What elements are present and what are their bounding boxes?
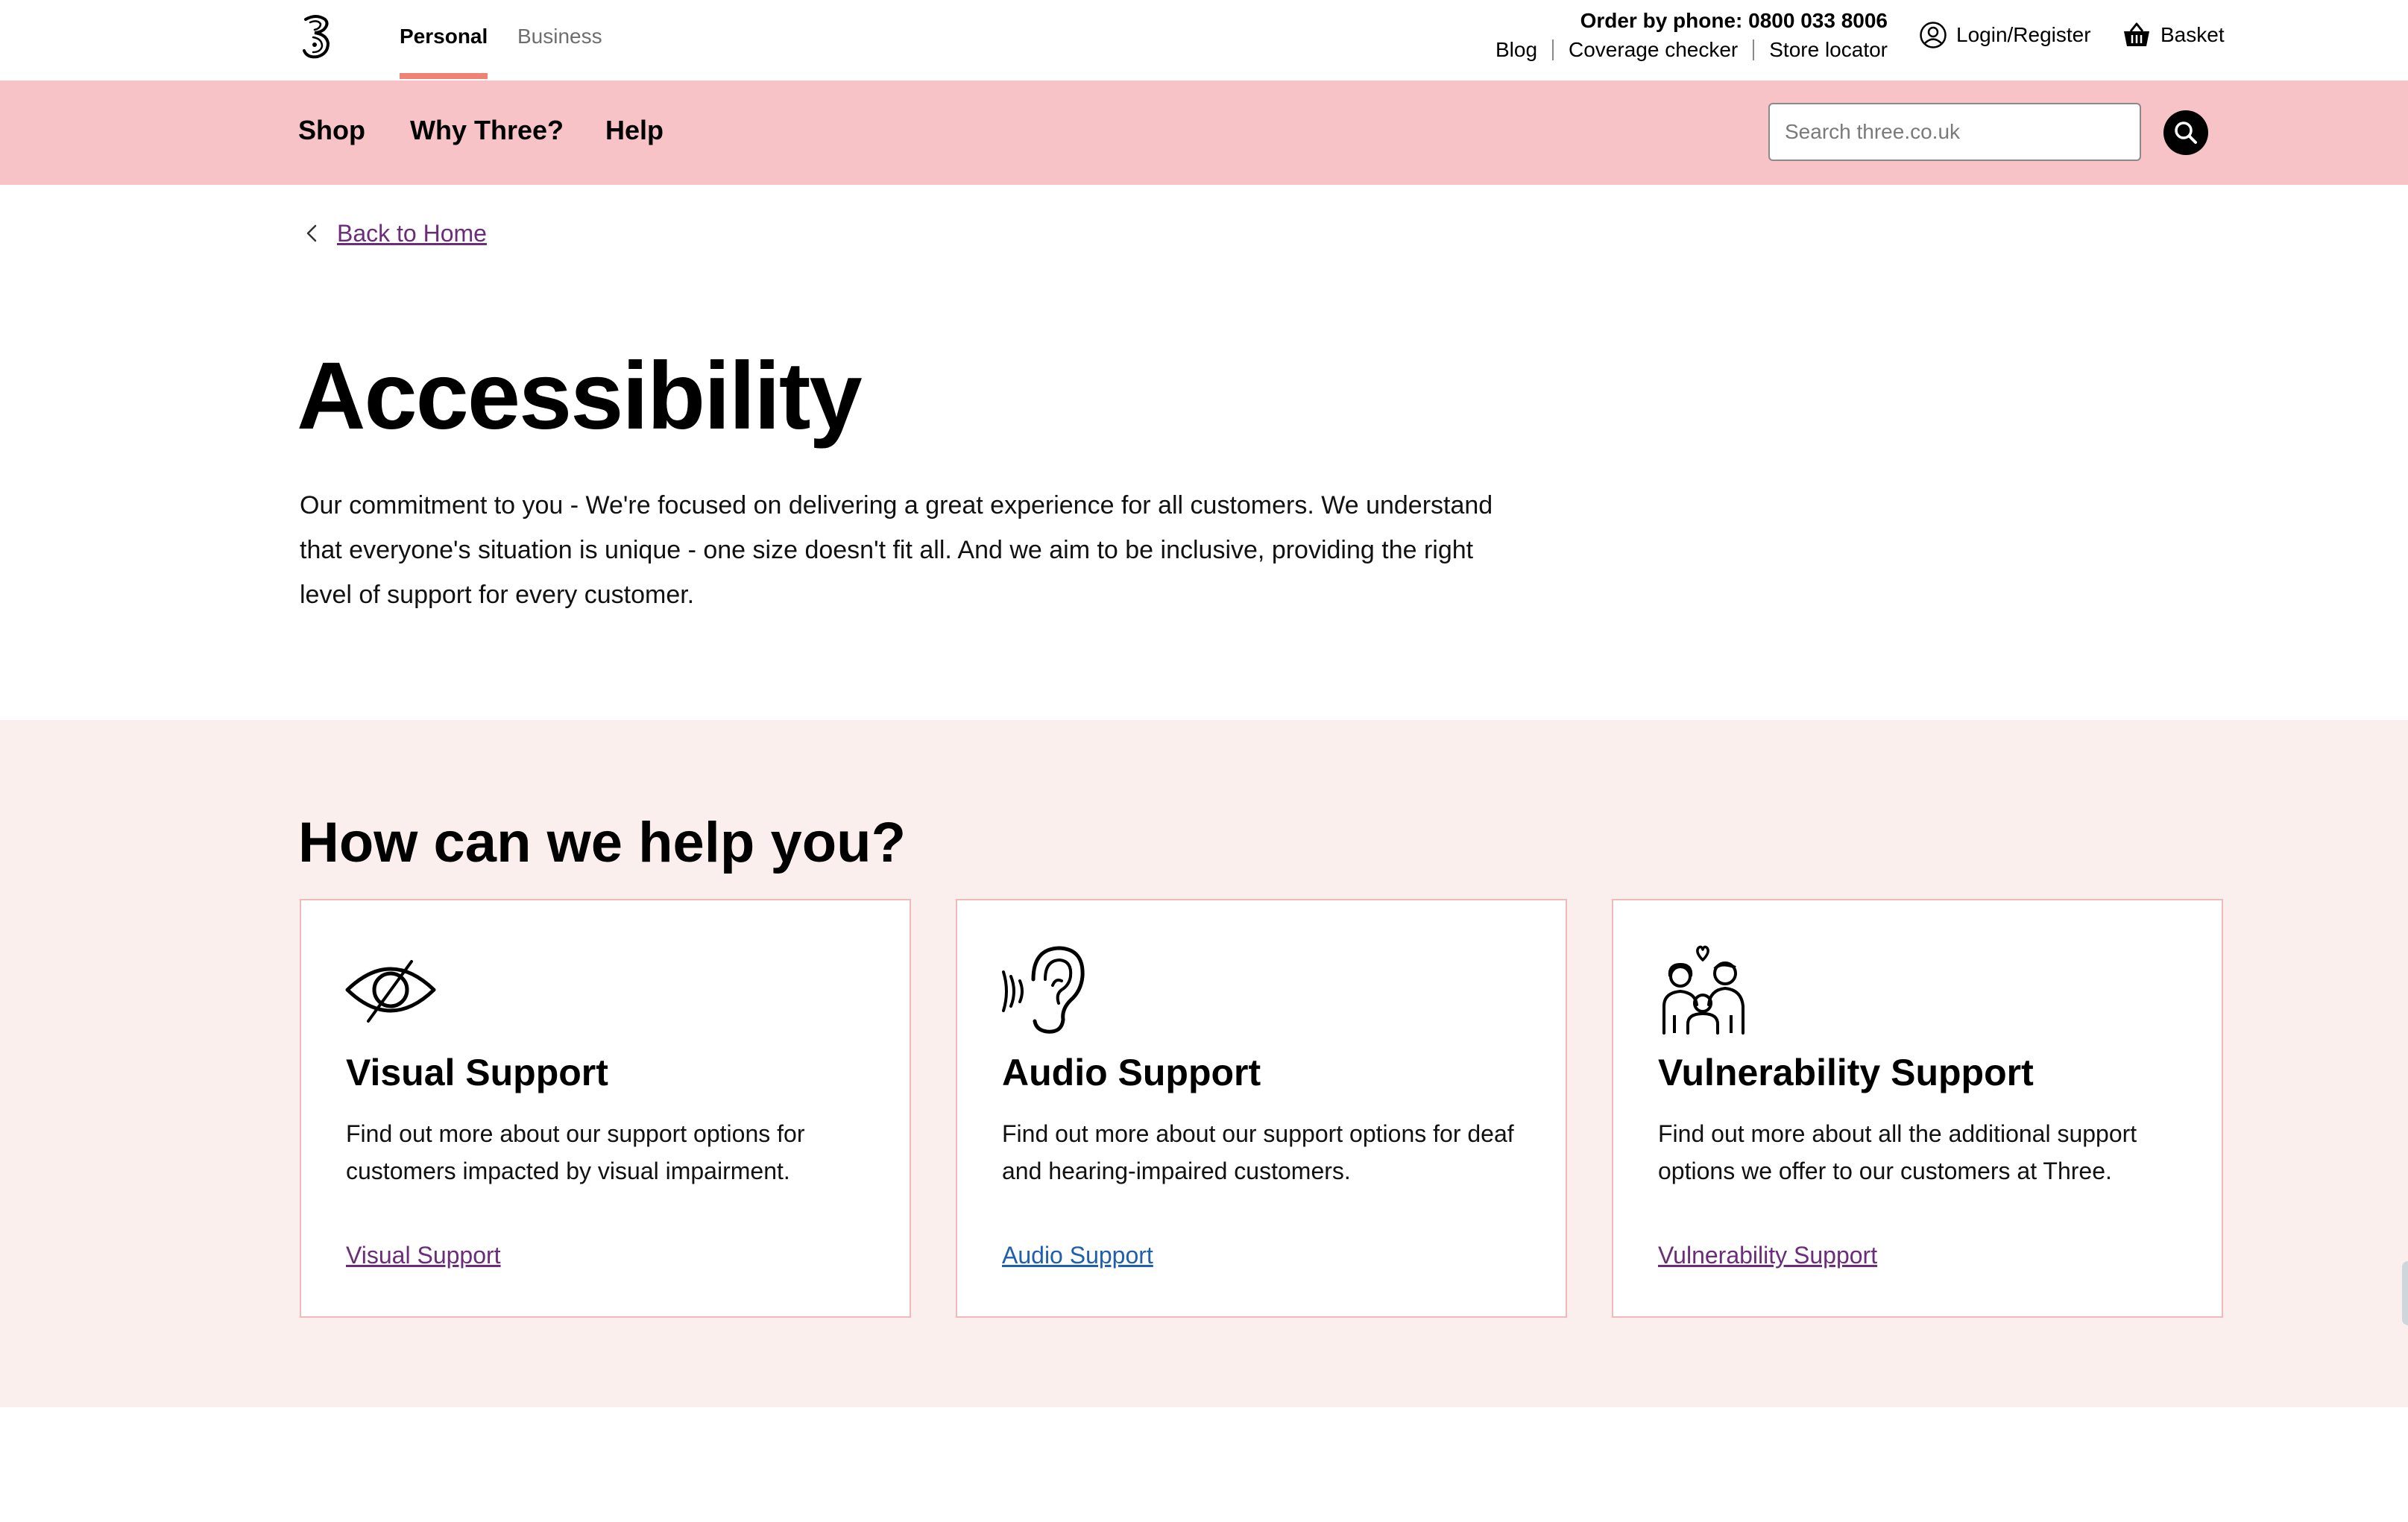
login-register-link[interactable]: Login/Register [1919, 21, 2091, 49]
visual-support-link[interactable]: Visual Support [346, 1240, 501, 1270]
search-input[interactable] [1768, 103, 2141, 161]
search-button[interactable] [2163, 110, 2208, 155]
utility-links: Blog Coverage checker Store locator [1495, 37, 1888, 63]
user-icon [1920, 22, 1947, 48]
back-to-home-link[interactable]: Back to Home [304, 219, 487, 247]
chevron-left-icon [306, 224, 317, 242]
audio-support-link[interactable]: Audio Support [1002, 1240, 1153, 1270]
main-nav: Shop Why Three? Help [0, 80, 2408, 185]
active-tab-indicator [400, 73, 488, 79]
help-section: How can we help you? Visual Support Find… [0, 720, 2408, 1407]
feedback-side-tab[interactable] [2402, 1261, 2408, 1325]
login-label: Login/Register [1956, 23, 2091, 46]
top-bar: Personal Business Order by phone: 0800 0… [0, 0, 2408, 80]
basket-icon [2124, 22, 2149, 46]
order-by-phone: Order by phone: 0800 033 8006 [1580, 9, 1888, 32]
divider [1552, 40, 1554, 60]
page-title: Accessibility [297, 343, 863, 449]
card-description: Find out more about our support options … [1002, 1120, 1514, 1184]
intro-text: Our commitment to you - We're focused on… [300, 491, 1493, 609]
visual-support-card: Visual Support Find out more about our s… [300, 899, 911, 1318]
card-title: Vulnerability Support [1658, 1052, 2034, 1093]
nav-shop[interactable]: Shop [298, 115, 365, 146]
search-icon [2175, 121, 2197, 144]
nav-why-three[interactable]: Why Three? [410, 115, 564, 146]
section-title: How can we help you? [298, 811, 906, 874]
three-logo-icon[interactable] [298, 12, 335, 60]
basket-label: Basket [2160, 23, 2225, 46]
tab-personal[interactable]: Personal [400, 24, 488, 49]
card-title: Audio Support [1002, 1052, 1261, 1093]
audio-support-card: Audio Support Find out more about our su… [956, 899, 1567, 1318]
eye-slash-icon [345, 960, 436, 1023]
tab-business[interactable]: Business [517, 24, 602, 49]
card-description: Find out more about our support options … [346, 1120, 805, 1184]
card-title: Visual Support [346, 1052, 608, 1093]
card-description: Find out more about all the additional s… [1658, 1120, 2137, 1184]
vulnerability-support-card: Vulnerability Support Find out more abou… [1612, 899, 2223, 1318]
store-locator-link[interactable]: Store locator [1769, 37, 1888, 63]
basket-link[interactable]: Basket [2122, 21, 2225, 49]
divider [1753, 40, 1755, 60]
blog-link[interactable]: Blog [1495, 37, 1537, 63]
coverage-checker-link[interactable]: Coverage checker [1569, 37, 1738, 63]
nav-help[interactable]: Help [605, 115, 664, 146]
ear-icon [1002, 946, 1085, 1034]
back-link-label: Back to Home [337, 220, 487, 247]
vulnerability-support-link[interactable]: Vulnerability Support [1658, 1240, 1877, 1270]
family-icon [1662, 945, 1744, 1035]
